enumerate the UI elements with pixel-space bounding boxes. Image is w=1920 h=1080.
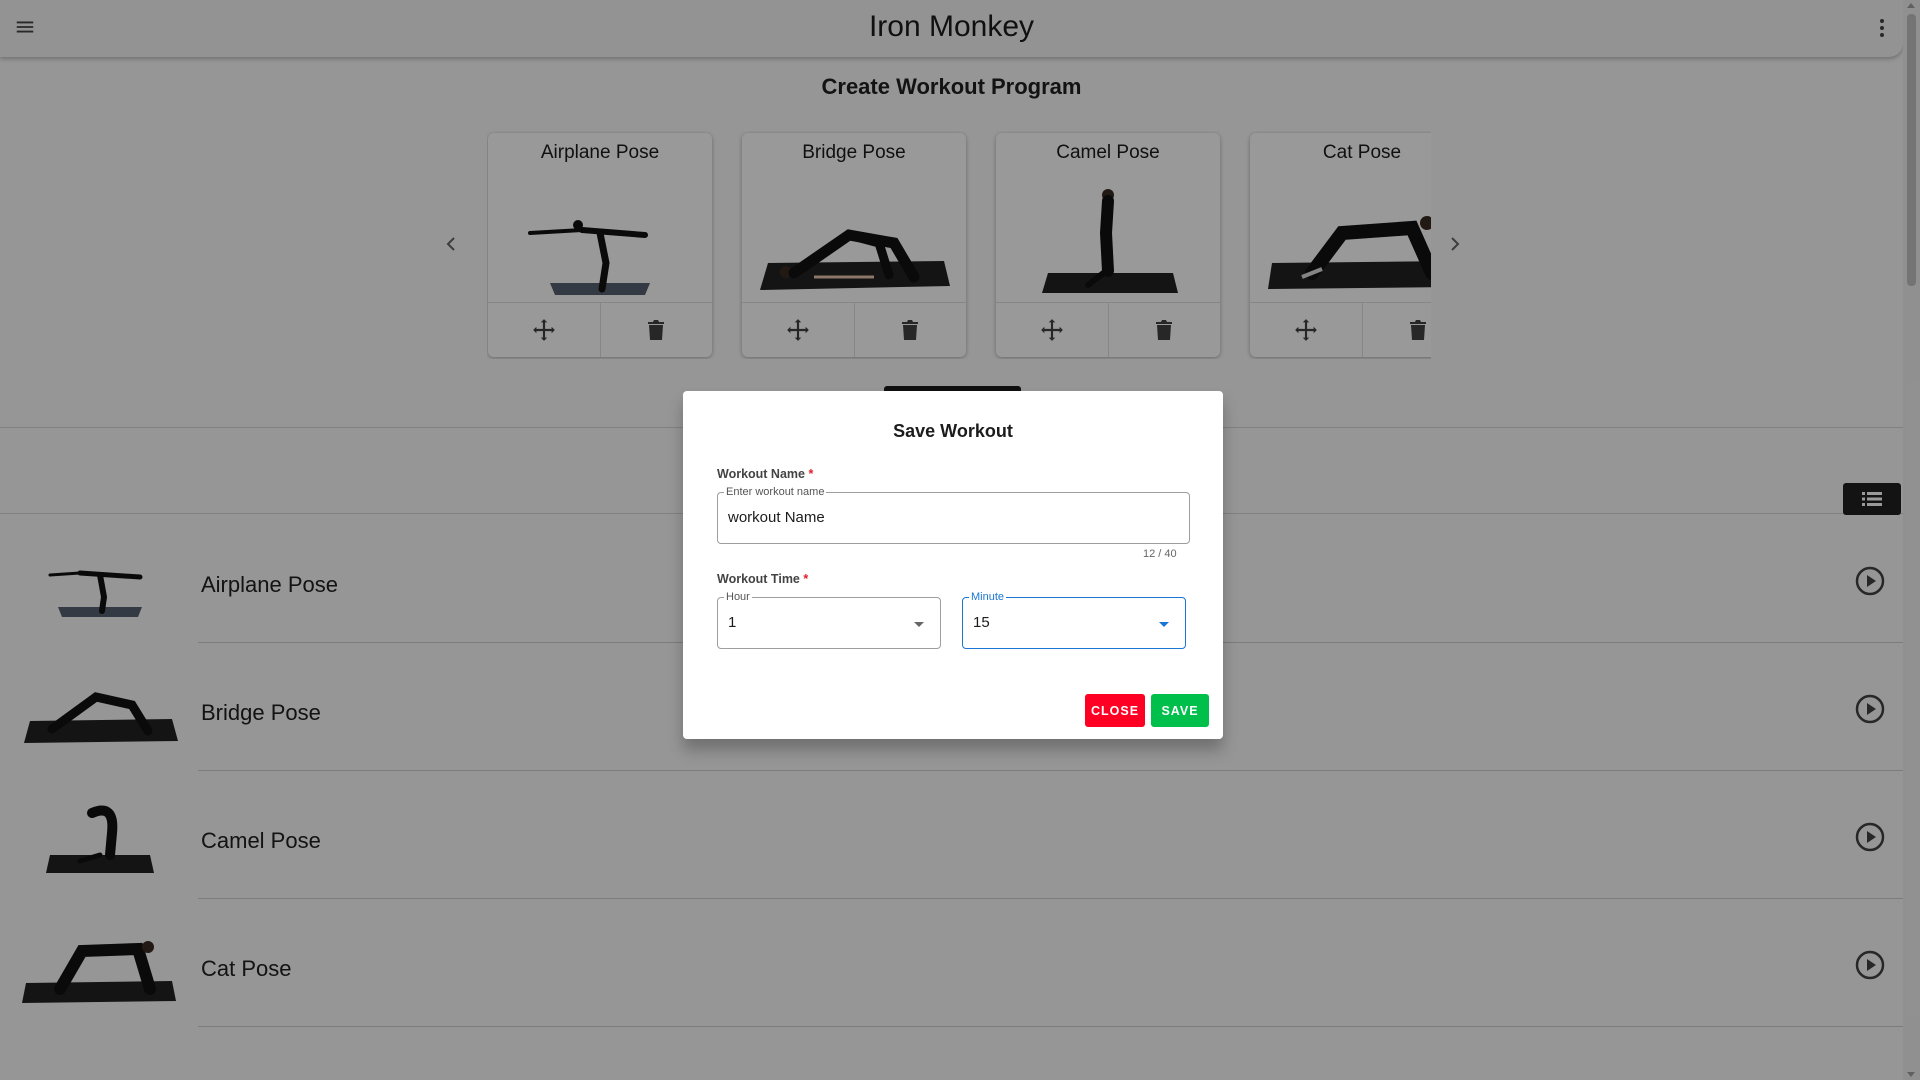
hour-value: 1 — [728, 614, 737, 631]
workout-name-placeholder: Enter workout name — [724, 486, 827, 498]
minute-value: 15 — [973, 614, 990, 631]
minute-select[interactable]: Minute 15 — [962, 591, 1186, 649]
workout-name-value[interactable]: workout Name — [728, 509, 825, 526]
dialog-title: Save Workout — [893, 421, 1013, 441]
dropdown-arrow-icon — [914, 622, 924, 627]
required-mark: * — [803, 572, 809, 586]
required-mark: * — [808, 467, 814, 481]
save-button[interactable]: SAVE — [1151, 694, 1209, 727]
workout-time-label-text: Workout Time — [717, 572, 800, 586]
minute-label: Minute — [969, 591, 1007, 603]
hour-select[interactable]: Hour 1 — [717, 591, 941, 649]
character-counter: 12 / 40 — [1143, 548, 1177, 560]
hour-label: Hour — [724, 591, 752, 603]
workout-name-field[interactable]: Enter workout name workout Name — [717, 486, 1190, 544]
close-button[interactable]: CLOSE — [1085, 694, 1145, 727]
workout-name-label-text: Workout Name — [717, 467, 805, 481]
dropdown-arrow-icon — [1159, 622, 1169, 627]
workout-time-label: Workout Time * — [717, 572, 808, 586]
workout-name-label: Workout Name * — [717, 467, 813, 481]
save-workout-dialog: Save Workout Workout Name * Enter workou… — [683, 391, 1223, 739]
